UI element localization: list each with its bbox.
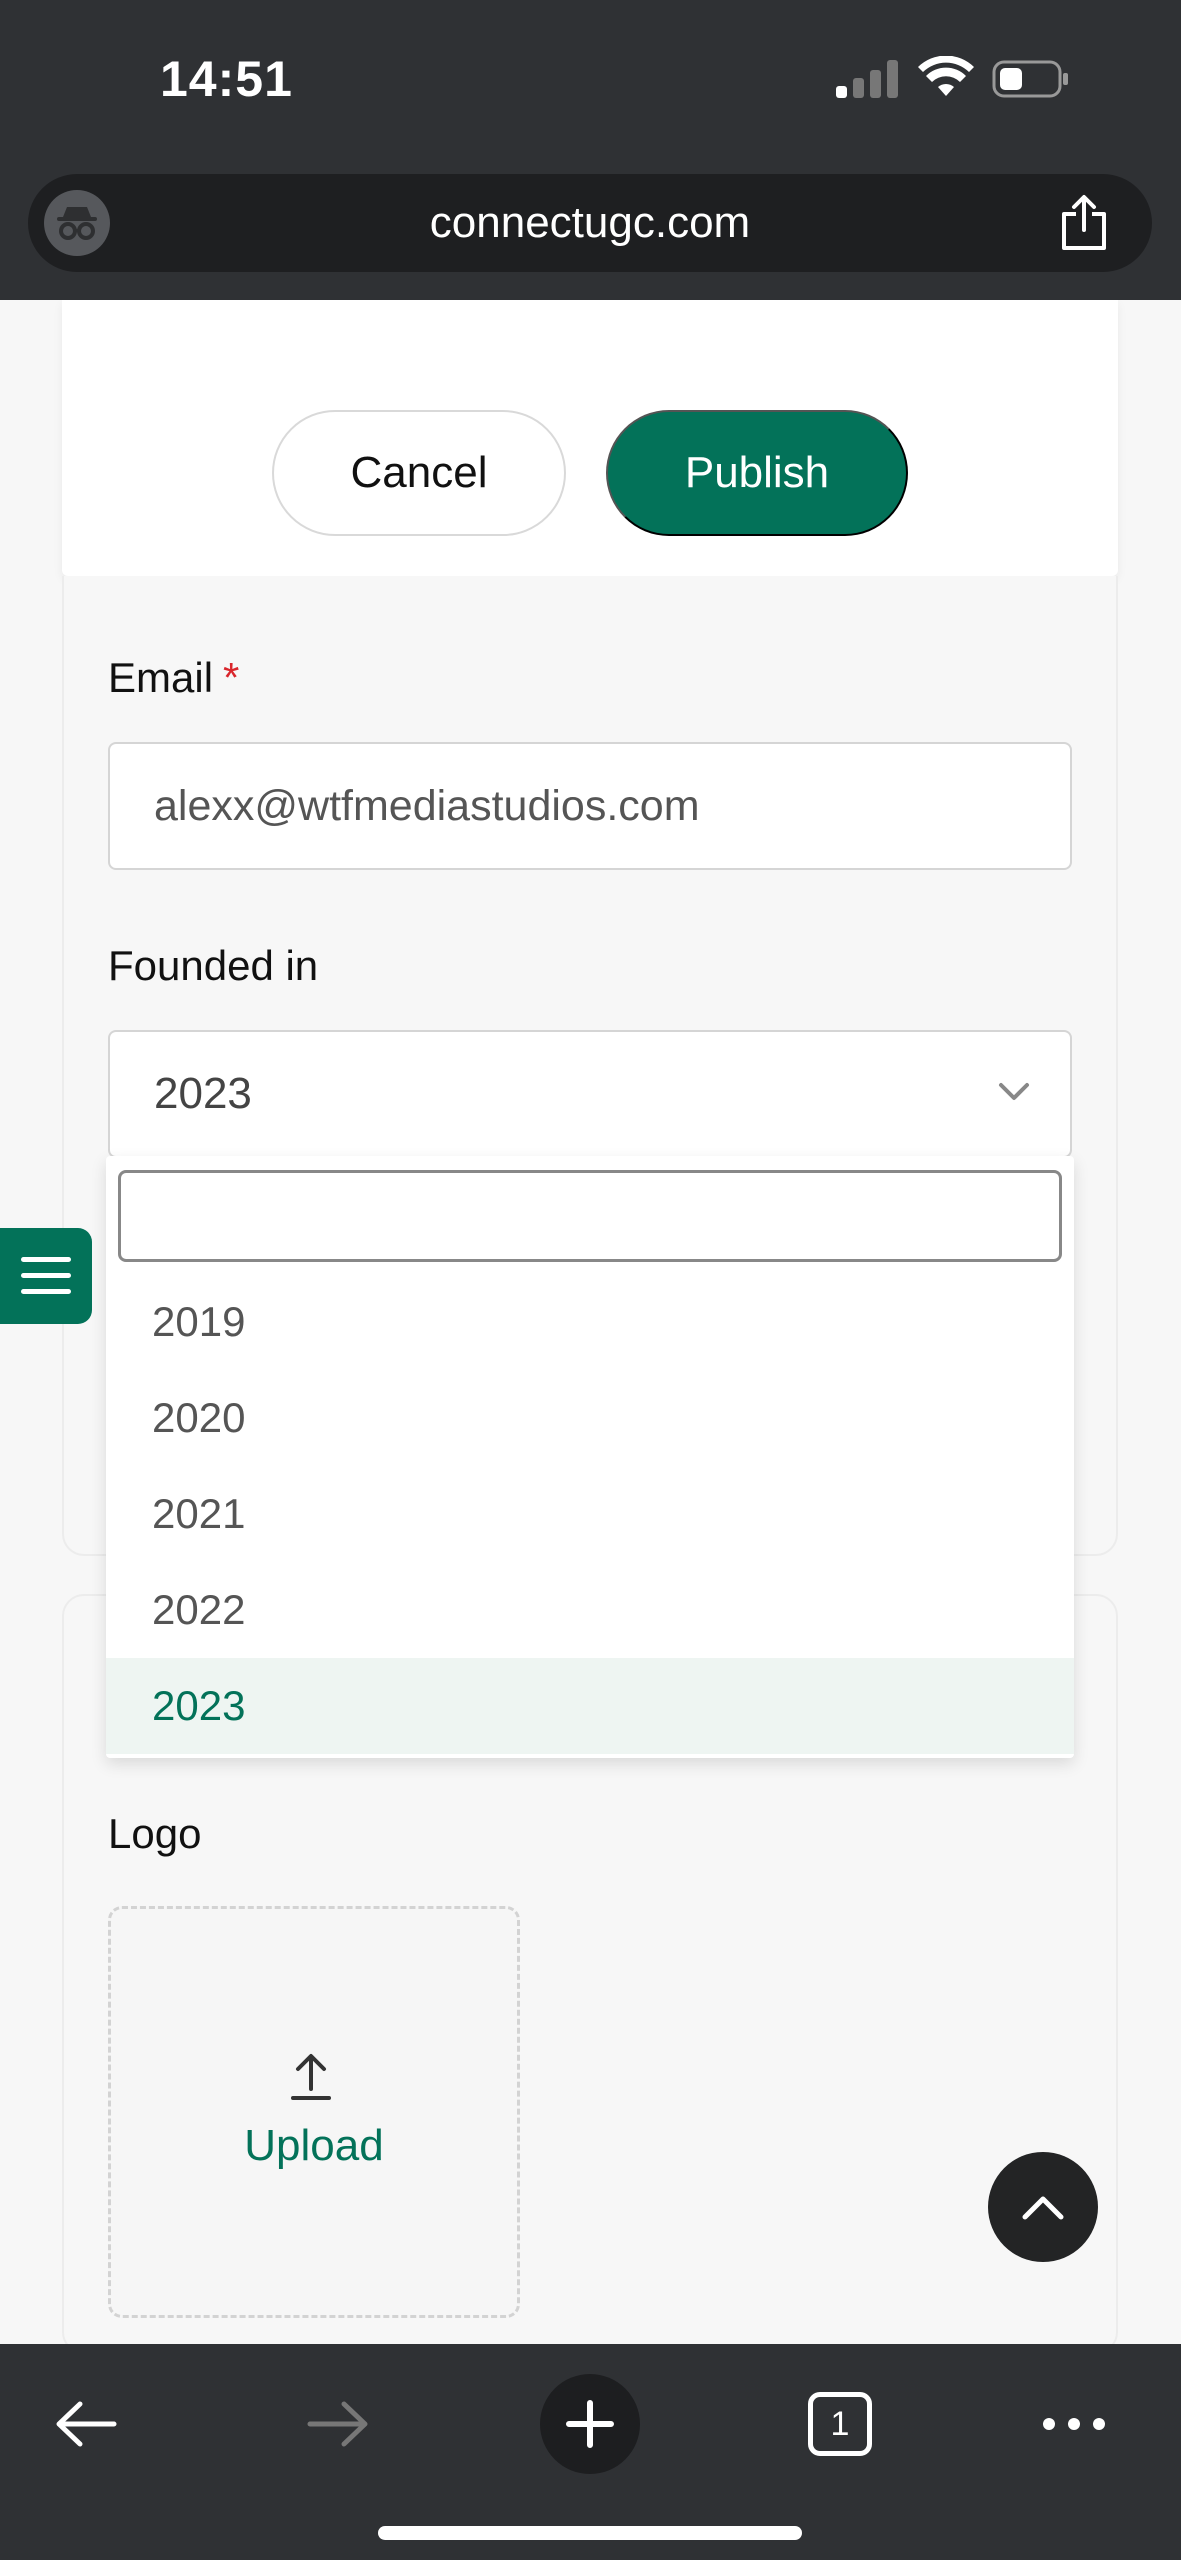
chevron-down-icon [999, 1083, 1029, 1100]
tab-count: 1 [808, 2392, 872, 2456]
signal-icon [836, 60, 898, 98]
logo-upload-area[interactable]: Upload [108, 1906, 520, 2318]
back-button[interactable] [36, 2374, 136, 2474]
founded-label: Founded in [108, 942, 319, 989]
wifi-icon [918, 56, 974, 96]
cancel-button[interactable]: Cancel [272, 410, 566, 536]
url-text[interactable]: connectugc.com [28, 198, 1152, 248]
founded-select-value: 2023 [154, 1069, 252, 1118]
logo-label: Logo [108, 1810, 202, 1857]
menu-button[interactable] [0, 1228, 92, 1324]
tabs-button[interactable]: 1 [790, 2374, 890, 2474]
battery-icon [992, 60, 1068, 98]
upload-icon [291, 2054, 331, 2100]
chevron-up-icon [1022, 2196, 1064, 2220]
back-arrow-icon [56, 2401, 117, 2447]
founded-select[interactable]: 2023 [108, 1030, 1072, 1158]
email-label: Email * [108, 654, 239, 702]
browser-bottom-toolbar: 1 [0, 2344, 1181, 2560]
email-label-text: Email [108, 654, 214, 701]
home-indicator [378, 2526, 802, 2540]
action-card: Cancel Publish [62, 300, 1118, 576]
option-2020[interactable]: 2020 [106, 1370, 1074, 1466]
browser-top-chrome: 14:51 connectugc.com [0, 0, 1181, 300]
more-icon [1043, 2418, 1105, 2430]
dropdown-search-input[interactable] [118, 1170, 1062, 1262]
email-field[interactable]: alexx@wtfmediastudios.com [108, 742, 1072, 870]
more-button[interactable] [1024, 2374, 1124, 2474]
forward-button[interactable] [288, 2374, 388, 2474]
option-2019[interactable]: 2019 [106, 1274, 1074, 1370]
plus-icon [540, 2374, 640, 2474]
status-time: 14:51 [160, 51, 293, 107]
menu-icon [21, 1257, 71, 1294]
scroll-to-top-button[interactable] [988, 2152, 1098, 2262]
new-tab-button[interactable] [540, 2374, 640, 2474]
publish-button[interactable]: Publish [606, 410, 908, 536]
share-icon[interactable] [1056, 194, 1112, 252]
founded-dropdown: 2019 2020 2021 2022 2023 [106, 1156, 1074, 1758]
option-2023[interactable]: 2023 [106, 1658, 1074, 1754]
screen: 14:51 connectugc.com Cancel Publish Emai… [0, 0, 1181, 2560]
upload-label: Upload [244, 2121, 384, 2170]
address-bar[interactable]: connectugc.com [28, 174, 1152, 272]
option-2021[interactable]: 2021 [106, 1466, 1074, 1562]
option-2022[interactable]: 2022 [106, 1562, 1074, 1658]
forward-arrow-icon [307, 2401, 368, 2447]
required-mark: * [223, 654, 240, 701]
